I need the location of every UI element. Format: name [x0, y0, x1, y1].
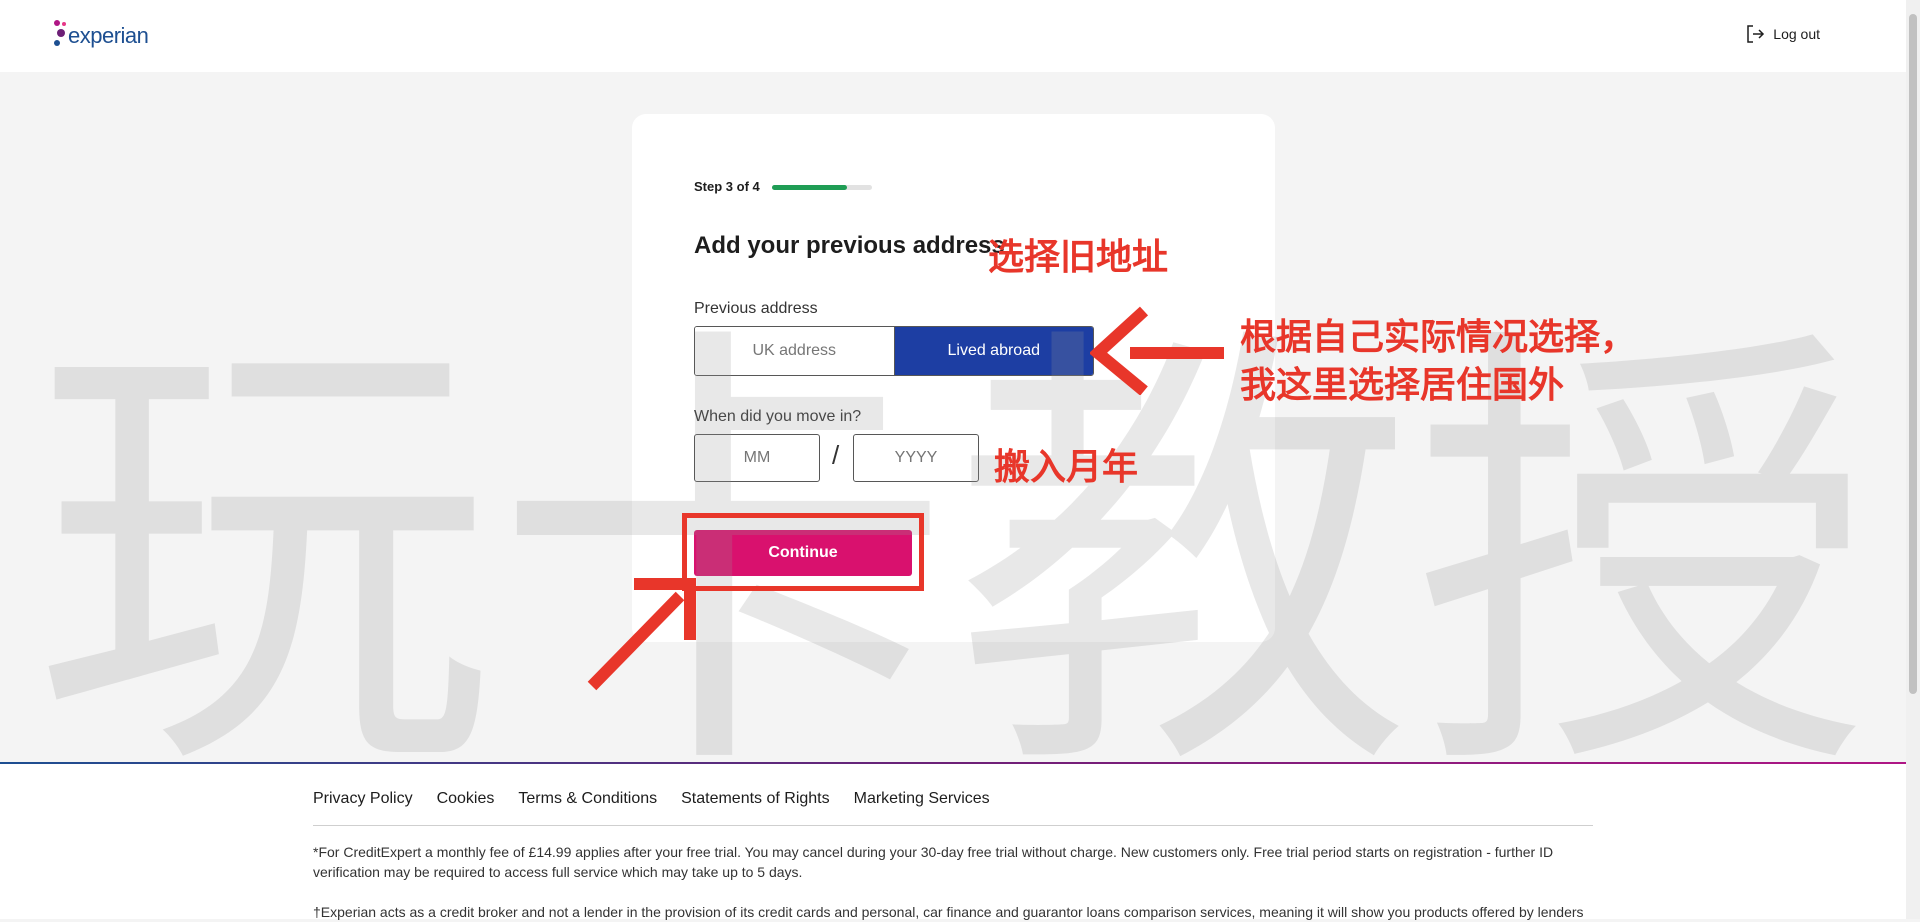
move-in-label: When did you move in? — [694, 408, 862, 425]
month-input[interactable] — [694, 434, 820, 482]
progress-bar — [772, 185, 872, 190]
header: experian Log out — [0, 0, 1906, 72]
experian-logo[interactable]: experian — [54, 18, 149, 54]
arrow-up-right-icon — [587, 578, 696, 691]
logout-icon — [1747, 25, 1765, 43]
address-type-toggle: UK address Lived abroad — [694, 326, 1094, 376]
logo-text: experian — [68, 23, 149, 48]
date-annotation: 搬入月年 — [994, 447, 1139, 488]
scrollbar[interactable] — [1906, 0, 1920, 919]
logo-dots-icon — [54, 18, 68, 54]
option-annotation-line2: 我这里选择居住国外 — [1240, 365, 1565, 406]
uk-address-option[interactable]: UK address — [695, 327, 895, 375]
option-annotation-line1: 根据自己实际情况选择， — [1240, 317, 1637, 358]
page-title: Add your previous address — [694, 232, 1005, 259]
statements-of-rights-link[interactable]: Statements of Rights — [681, 790, 830, 808]
terms-link[interactable]: Terms & Conditions — [518, 790, 657, 808]
footer-accent-line — [0, 762, 1906, 764]
marketing-services-link[interactable]: Marketing Services — [854, 790, 990, 808]
scrollbar-thumb[interactable] — [1909, 14, 1917, 694]
progress-fill — [772, 185, 847, 190]
arrow-left-icon — [1090, 306, 1224, 395]
footer: Privacy Policy Cookies Terms & Condition… — [0, 762, 1906, 920]
broker-disclaimer: †Experian acts as a credit broker and no… — [313, 904, 1584, 920]
continue-highlight-box — [682, 513, 924, 591]
logout-button[interactable]: Log out — [1745, 24, 1820, 44]
trial-disclaimer: *For CreditExpert a monthly fee of £14.9… — [313, 844, 1554, 880]
previous-address-label: Previous address — [694, 300, 818, 317]
title-annotation: 选择旧地址 — [988, 237, 1169, 278]
date-separator: / — [832, 440, 840, 470]
logout-label: Log out — [1773, 26, 1820, 42]
step-label: Step 3 of 4 — [694, 179, 760, 194]
footer-links: Privacy Policy Cookies Terms & Condition… — [313, 790, 990, 808]
footer-divider — [313, 825, 1593, 826]
cookies-link[interactable]: Cookies — [437, 790, 495, 808]
lived-abroad-option[interactable]: Lived abroad — [894, 327, 1093, 375]
privacy-policy-link[interactable]: Privacy Policy — [313, 790, 413, 808]
year-input[interactable] — [853, 434, 979, 482]
